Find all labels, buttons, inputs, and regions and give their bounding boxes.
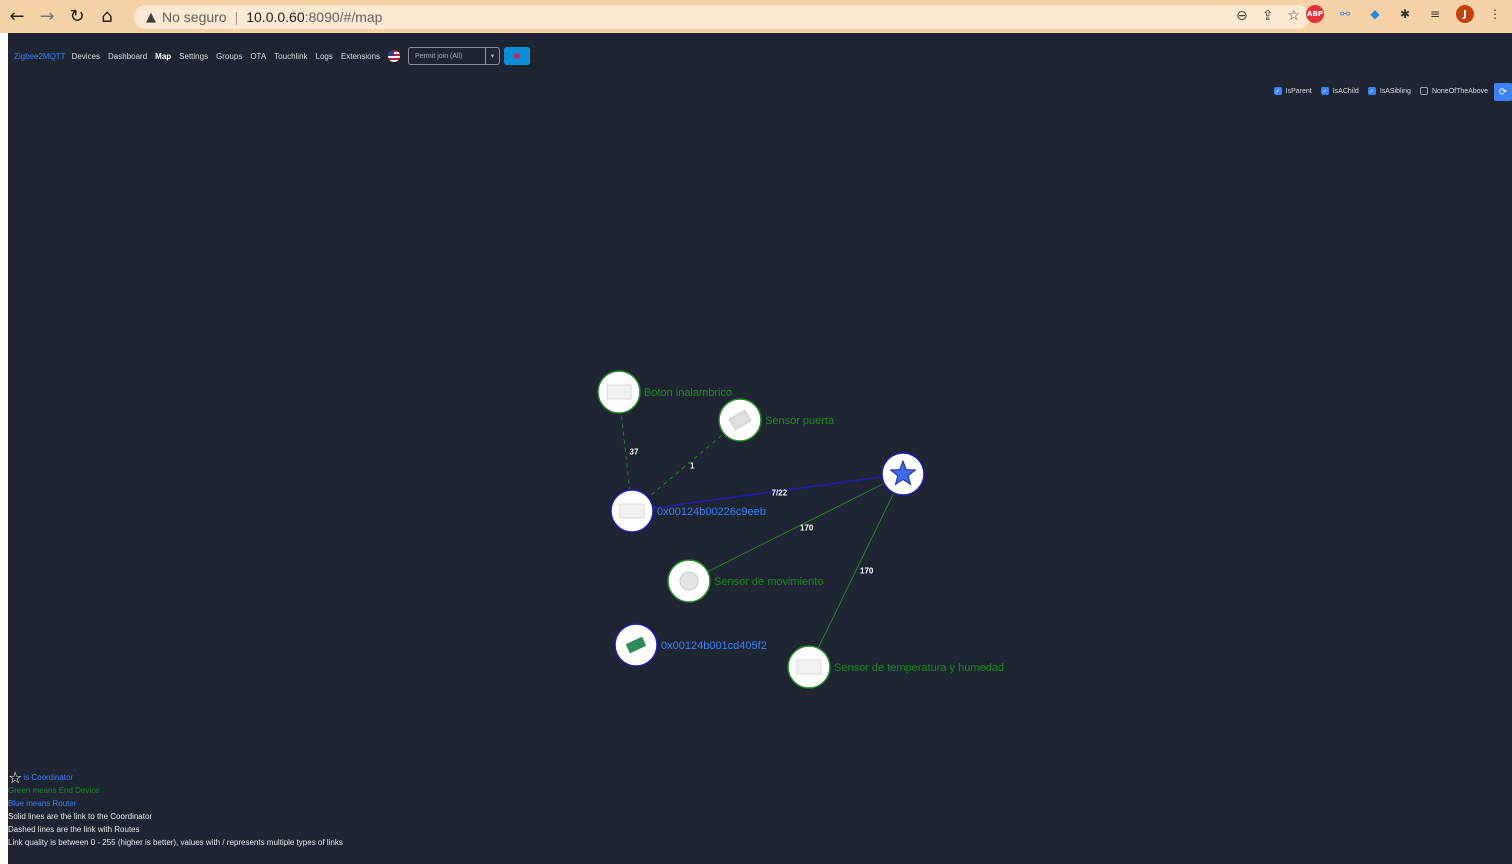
node-coordinator[interactable] xyxy=(881,452,925,496)
device-image-icon xyxy=(606,384,632,400)
profile-avatar[interactable]: J xyxy=(1456,5,1474,23)
reload-icon[interactable]: ↻ xyxy=(64,4,90,30)
link-quality-label: 37 xyxy=(630,448,639,457)
browser-toolbar: ← → ↻ ⌂ ▲ No seguro | 10.0.0.60:8090/#/m… xyxy=(0,0,1512,33)
link-quality-label: 7/22 xyxy=(772,489,788,498)
address-separator: | xyxy=(234,9,239,25)
legend-router: Blue means Router xyxy=(8,799,77,808)
legend-solid-lines: Solid lines are the link to the Coordina… xyxy=(8,812,153,821)
map-legend: ☆ is Coordinator Green means End Device … xyxy=(8,768,343,849)
address-bar[interactable]: ▲ No seguro | 10.0.0.60:8090/#/map ⊖ ⇪ ☆ xyxy=(134,5,1310,29)
share-icon[interactable]: ⇪ xyxy=(1262,8,1274,24)
url-path: :8090/#/map xyxy=(304,9,383,25)
url-host: 10.0.0.60 xyxy=(246,9,305,25)
legend-coordinator: is Coordinator xyxy=(23,773,74,782)
device-image-icon xyxy=(679,571,699,591)
home-icon[interactable]: ⌂ xyxy=(94,4,120,30)
security-status[interactable]: No seguro xyxy=(162,9,227,25)
forward-icon[interactable]: → xyxy=(34,4,60,30)
device-image-icon xyxy=(796,659,822,675)
app-canvas: Zigbee2MQTT Devices Dashboard Map Settin… xyxy=(8,33,1512,864)
node-label[interactable]: Sensor de temperatura y humedad xyxy=(834,662,1004,674)
network-map[interactable]: 7/22 170 170 37 1 Boton inalambrico Sensor pu… xyxy=(8,33,1512,864)
node-puerta[interactable]: Sensor puerta xyxy=(718,398,835,442)
menu-kebab-icon[interactable]: ⋮ xyxy=(1486,5,1504,23)
node-temperatura[interactable]: Sensor de temperatura y humedad xyxy=(787,645,1004,689)
zoom-icon[interactable]: ⊖ xyxy=(1236,8,1248,24)
device-image-icon xyxy=(619,503,645,519)
legend-dashed-lines: Dashed lines are the link with Routes xyxy=(8,825,140,834)
legend-end-device: Green means End Device xyxy=(8,786,100,795)
node-label[interactable]: 0x00124b001cd405f2 xyxy=(661,640,767,652)
bookmark-star-icon[interactable]: ☆ xyxy=(1287,8,1300,24)
node-label[interactable]: Sensor de movimiento xyxy=(714,576,823,588)
adblock-extension-icon[interactable]: ABP xyxy=(1306,5,1324,23)
reading-list-icon[interactable]: ≡ xyxy=(1426,5,1444,23)
node-label[interactable]: Boton inalambrico xyxy=(644,387,732,399)
back-icon[interactable]: ← xyxy=(4,4,30,30)
link-temperatura-coordinator xyxy=(808,473,904,668)
link-movimiento-coordinator xyxy=(688,473,904,582)
link-quality-label: 170 xyxy=(800,524,814,533)
node-boton[interactable]: Boton inalambrico xyxy=(597,370,732,414)
link-extension-icon[interactable]: ⚯ xyxy=(1336,5,1354,23)
legend-link-quality: Link quality is between 0 - 255 (higher … xyxy=(8,838,343,847)
star-icon: ☆ xyxy=(8,768,23,787)
node-movimiento[interactable]: Sensor de movimiento xyxy=(667,559,823,603)
node-label[interactable]: 0x00124b00226c9eeb xyxy=(657,506,766,518)
warning-icon[interactable]: ▲ xyxy=(146,10,156,25)
link-quality-label: 170 xyxy=(860,567,874,576)
node-router2[interactable]: 0x00124b001cd405f2 xyxy=(614,623,767,667)
extension-icon[interactable]: ◆ xyxy=(1366,5,1384,23)
link-quality-label: 1 xyxy=(690,462,695,471)
puzzle-extensions-icon[interactable]: ✱ xyxy=(1396,5,1414,23)
node-label[interactable]: Sensor puerta xyxy=(765,415,835,427)
